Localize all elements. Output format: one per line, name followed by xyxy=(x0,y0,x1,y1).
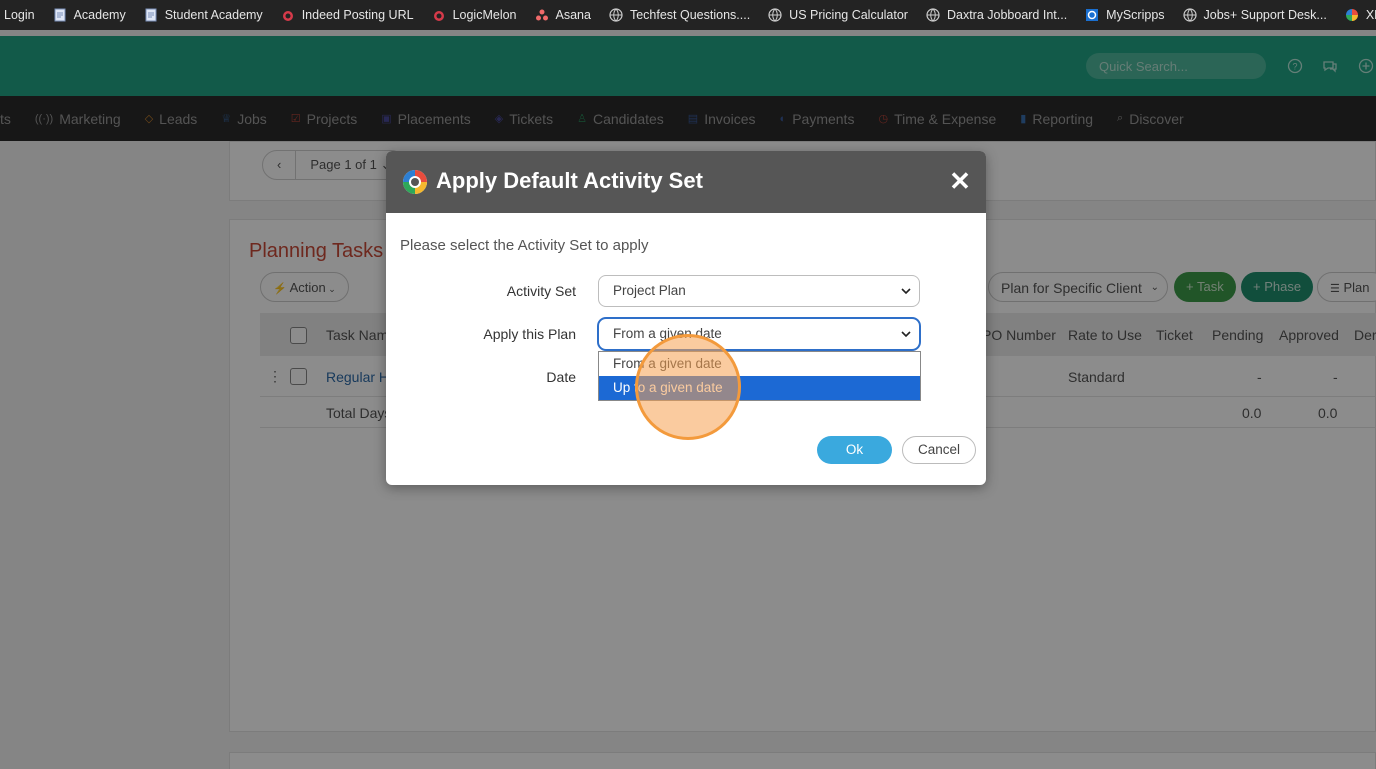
activity-set-select[interactable]: Project Plan xyxy=(598,275,920,307)
globe-icon xyxy=(1182,8,1197,22)
globe-icon xyxy=(609,8,623,22)
bookmark-item[interactable]: LogicMelon xyxy=(432,8,517,22)
bookmark-label: MyScripps xyxy=(1106,8,1165,22)
activity-set-label: Activity Set xyxy=(506,283,576,299)
bookmark-item[interactable]: Jobs+ Support Desk... xyxy=(1182,8,1327,22)
click-indicator xyxy=(635,334,741,440)
bookmark-label: Jobs+ Support Desk... xyxy=(1203,8,1327,22)
cancel-button[interactable]: Cancel xyxy=(902,436,976,464)
logicmelon-icon xyxy=(432,8,446,22)
logicmelon-icon xyxy=(281,8,295,22)
document-icon xyxy=(144,8,158,22)
bookmark-item[interactable]: MyScripps xyxy=(1085,8,1165,22)
asana-icon xyxy=(535,8,549,22)
bookmark-label: Login xyxy=(4,8,35,22)
bookmark-label: LogicMelon xyxy=(452,8,517,22)
myscripps-icon xyxy=(1085,8,1099,22)
activity-set-value: Project Plan xyxy=(613,283,686,298)
bookmark-item[interactable]: Daxtra Jobboard Int... xyxy=(926,8,1067,22)
bookmark-item[interactable]: US Pricing Calculator xyxy=(768,8,908,22)
bookmarks-bar: Login Academy Student Academy Indeed Postin… xyxy=(0,0,1376,30)
bookmark-label: US Pricing Calculator xyxy=(789,8,908,22)
bookmark-label: Indeed Posting URL xyxy=(301,8,414,22)
bookmark-item[interactable]: Indeed Posting URL xyxy=(281,8,414,22)
bookmark-item[interactable]: Login xyxy=(4,8,35,22)
document-icon xyxy=(53,8,67,22)
bookmark-label: XML FEED xyxy=(1365,8,1376,22)
modal-title: Apply Default Activity Set xyxy=(436,168,703,193)
bookmark-item[interactable]: Student Academy xyxy=(144,8,263,22)
chevron-down-icon xyxy=(901,276,911,318)
close-icon[interactable]: ✕ xyxy=(946,166,974,196)
date-label: Date xyxy=(546,369,576,385)
modal-subtitle: Please select the Activity Set to apply xyxy=(400,237,649,254)
globe-icon xyxy=(926,8,940,22)
apply-plan-select[interactable]: From a given date xyxy=(598,318,920,350)
bookmark-item[interactable]: Techfest Questions.... xyxy=(609,8,750,22)
bookmark-label: Techfest Questions.... xyxy=(629,8,751,22)
globe-icon xyxy=(768,8,782,22)
bookmark-label: Daxtra Jobboard Int... xyxy=(946,8,1068,22)
colorful-logo-icon xyxy=(1345,8,1359,22)
bookmark-label: Student Academy xyxy=(164,8,263,22)
bookmark-label: Academy xyxy=(73,8,126,22)
apply-plan-label: Apply this Plan xyxy=(483,326,576,342)
bookmark-item[interactable]: XML FEED xyxy=(1345,8,1376,22)
bookmark-label: Asana xyxy=(555,8,591,22)
bookmark-item[interactable]: Academy xyxy=(53,8,126,22)
bookmark-item[interactable]: Asana xyxy=(535,8,591,22)
app-logo-icon xyxy=(403,170,427,194)
ok-button[interactable]: Ok xyxy=(817,436,892,464)
modal-header: Apply Default Activity Set ✕ xyxy=(386,151,986,213)
